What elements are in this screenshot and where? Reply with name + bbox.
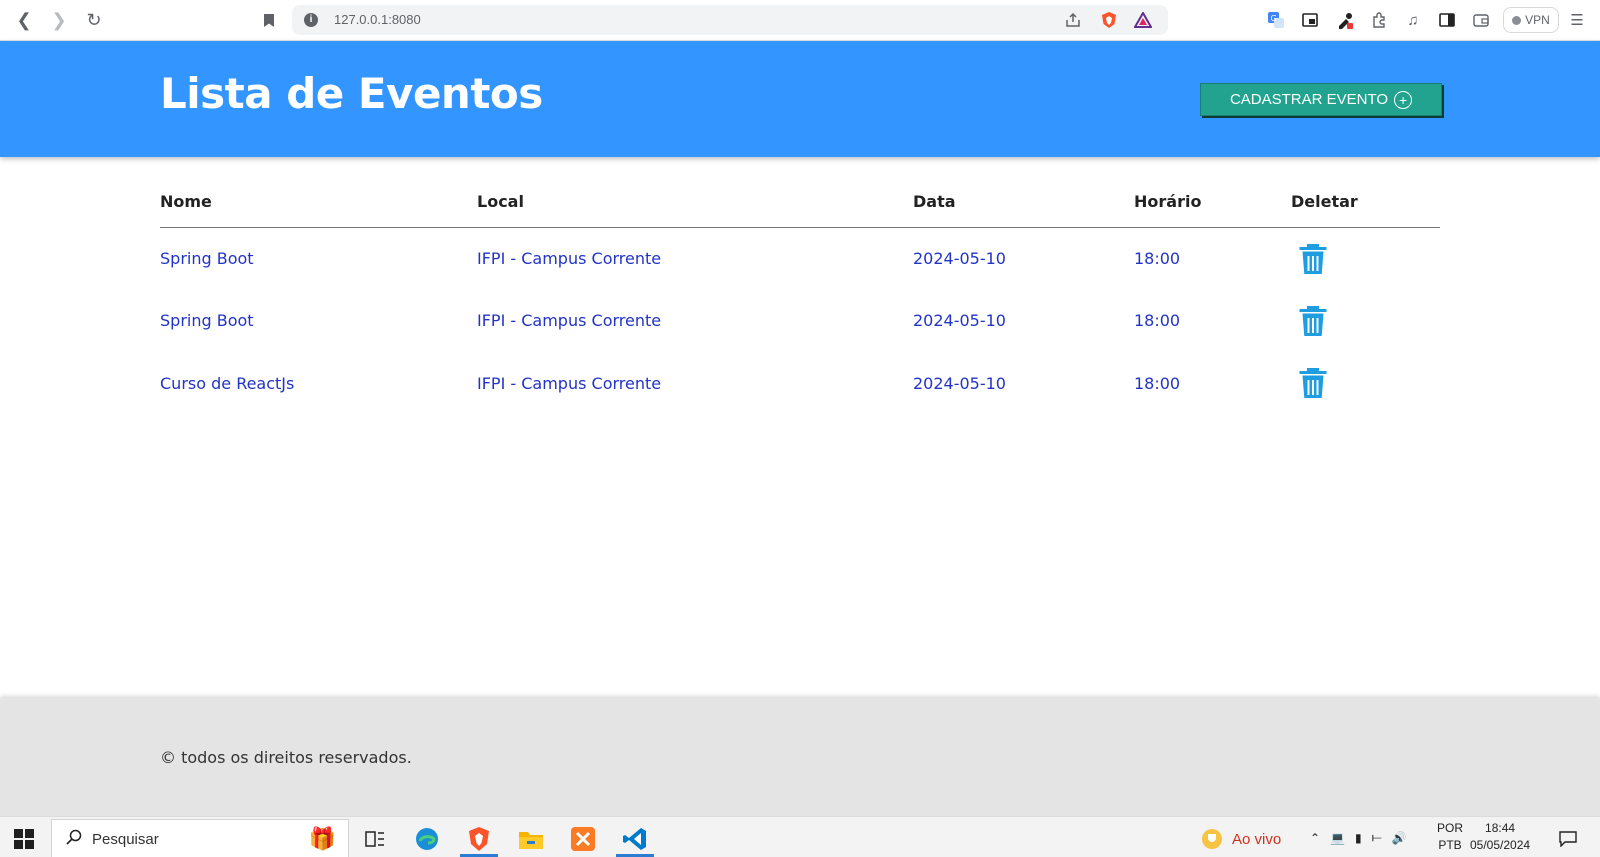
menu-icon[interactable]: ☰	[1566, 9, 1588, 31]
trophy-icon	[1202, 829, 1222, 849]
browser-toolbar: ❮ ❯ ↻ i 127.0.0.1:8080 G ♫ VPN ☰	[0, 0, 1600, 41]
taskbar-search[interactable]: Pesquisar 🎁	[51, 819, 349, 857]
wifi-icon[interactable]: ⟝	[1372, 830, 1382, 845]
column-header-local: Local	[477, 176, 913, 228]
clock-time: 18:44	[1485, 821, 1516, 835]
file-explorer-icon[interactable]	[508, 821, 554, 857]
event-time[interactable]: 18:00	[1134, 352, 1291, 415]
clock[interactable]: 18:44 05/05/2024	[1470, 820, 1530, 854]
edge-browser-icon[interactable]	[404, 821, 450, 857]
page-footer: © todos os direitos reservados.	[0, 698, 1600, 816]
column-header-data: Data	[913, 176, 1134, 228]
vscode-icon[interactable]	[612, 821, 658, 857]
xampp-icon[interactable]	[560, 821, 606, 857]
trash-icon[interactable]	[1295, 303, 1331, 339]
address-bar[interactable]: i 127.0.0.1:8080	[292, 5, 1168, 35]
search-placeholder: Pesquisar	[92, 831, 159, 848]
sidebar-icon[interactable]	[1436, 9, 1458, 31]
wallet-icon[interactable]	[1470, 9, 1492, 31]
event-name[interactable]: Curso de ReactJs	[160, 352, 477, 415]
trash-icon[interactable]	[1295, 241, 1331, 277]
notifications-icon[interactable]	[1550, 821, 1586, 857]
language-indicator[interactable]: POR PTB	[1437, 820, 1463, 854]
column-header-horario: Horário	[1134, 176, 1291, 228]
add-event-label: CADASTRAR EVENTO	[1229, 91, 1389, 108]
delete-cell	[1291, 227, 1440, 290]
search-highlight-icon: 🎁	[308, 826, 336, 851]
keyboard-layout: PTB	[1438, 838, 1462, 852]
column-header-deletar: Deletar	[1291, 176, 1440, 228]
add-event-button[interactable]: CADASTRAR EVENTO +	[1200, 83, 1442, 116]
windows-start-icon[interactable]	[14, 829, 34, 849]
event-date[interactable]: 2024-05-10	[913, 227, 1134, 290]
copyright-text: © todos os direitos reservados.	[160, 748, 412, 767]
clock-date: 05/05/2024	[1470, 838, 1531, 852]
vpn-label: VPN	[1525, 13, 1550, 27]
task-view-icon[interactable]	[352, 821, 398, 857]
bookmark-icon[interactable]	[257, 9, 281, 31]
picture-in-picture-icon[interactable]	[1299, 9, 1321, 31]
page-header: Lista de Eventos CADASTRAR EVENTO +	[0, 41, 1600, 157]
news-label: Ao vivo	[1232, 830, 1282, 848]
brave-shield-icon[interactable]	[1098, 9, 1120, 31]
reload-icon[interactable]: ↻	[82, 9, 106, 31]
tray-chevron-icon[interactable]: ⌃	[1310, 831, 1320, 845]
delete-cell	[1291, 352, 1440, 415]
battery-icon[interactable]: ▮	[1355, 831, 1362, 845]
event-location[interactable]: IFPI - Campus Corrente	[477, 352, 913, 415]
volume-icon[interactable]: 🔊	[1392, 831, 1407, 845]
share-icon[interactable]	[1062, 9, 1084, 31]
column-header-nome: Nome	[160, 176, 477, 228]
event-location[interactable]: IFPI - Campus Corrente	[477, 227, 913, 290]
media-icon[interactable]: ♫	[1402, 9, 1424, 31]
table-header-row: Nome Local Data Horário Deletar	[160, 176, 1440, 228]
events-table: Nome Local Data Horário Deletar Spring B…	[160, 176, 1440, 415]
vpn-status-icon	[1512, 15, 1522, 25]
delete-cell	[1291, 290, 1440, 353]
table-row: Spring Boot IFPI - Campus Corrente 2024-…	[160, 227, 1440, 290]
forward-icon[interactable]: ❯	[47, 9, 71, 31]
brave-browser-icon[interactable]	[456, 821, 502, 857]
event-date[interactable]: 2024-05-10	[913, 352, 1134, 415]
event-date[interactable]: 2024-05-10	[913, 290, 1134, 353]
search-icon	[66, 829, 82, 845]
news-widget[interactable]: Ao vivo	[1200, 827, 1281, 851]
event-time[interactable]: 18:00	[1134, 227, 1291, 290]
meet-now-icon[interactable]: 💻	[1330, 831, 1345, 845]
site-info-icon[interactable]: i	[304, 13, 318, 27]
brave-rewards-icon[interactable]	[1132, 9, 1154, 31]
language-code: POR	[1437, 821, 1464, 835]
table-row: Spring Boot IFPI - Campus Corrente 2024-…	[160, 290, 1440, 353]
event-name[interactable]: Spring Boot	[160, 290, 477, 353]
back-icon[interactable]: ❮	[12, 9, 36, 31]
extensions-icon[interactable]	[1368, 9, 1390, 31]
trash-icon[interactable]	[1295, 365, 1331, 401]
url-text: 127.0.0.1:8080	[334, 12, 421, 27]
event-time[interactable]: 18:00	[1134, 290, 1291, 353]
event-location[interactable]: IFPI - Campus Corrente	[477, 290, 913, 353]
event-name[interactable]: Spring Boot	[160, 227, 477, 290]
eyedropper-extension-icon[interactable]	[1334, 9, 1356, 31]
svg-text:G: G	[1271, 14, 1277, 23]
page-title: Lista de Eventos	[160, 69, 543, 118]
plus-circle-icon: +	[1394, 90, 1413, 109]
translate-icon[interactable]: G	[1265, 9, 1287, 31]
vpn-button[interactable]: VPN	[1503, 7, 1559, 33]
table-row: Curso de ReactJs IFPI - Campus Corrente …	[160, 352, 1440, 415]
system-tray: ⌃ 💻 ▮ ⟝ 🔊	[1310, 817, 1407, 857]
taskbar: Pesquisar 🎁 Ao vivo ⌃ 💻 ▮ ⟝ 🔊 POR PTB 18…	[0, 816, 1600, 857]
